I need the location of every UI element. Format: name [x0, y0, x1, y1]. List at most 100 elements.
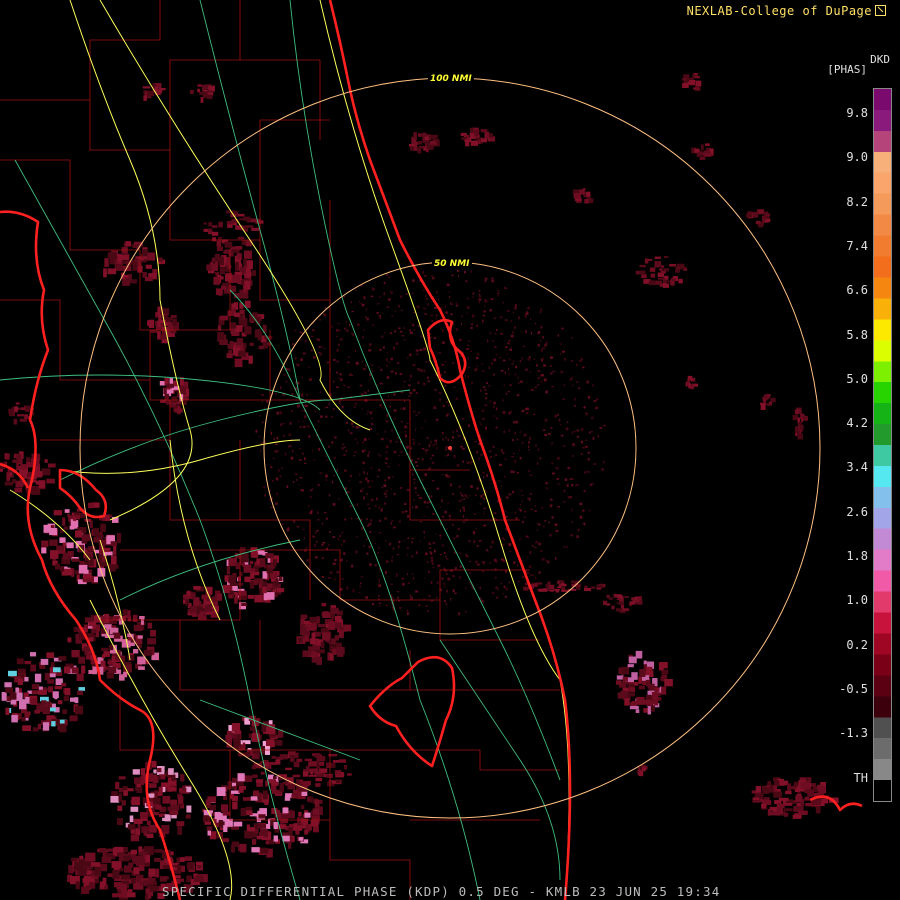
echo-pixel: [366, 538, 368, 540]
echo-pixel: [281, 814, 290, 819]
echo-pixel: [425, 295, 427, 297]
echo-pixel: [348, 428, 350, 432]
echo-pixel: [431, 277, 435, 280]
echo-pixel: [425, 605, 428, 607]
echo-pixel: [277, 469, 280, 472]
echo-pixel: [341, 447, 344, 450]
echo-pixel: [443, 371, 446, 374]
echo-pixel: [341, 578, 344, 580]
echo-pixel: [528, 445, 530, 448]
echo-pixel: [292, 774, 301, 778]
echo-pixel: [154, 857, 161, 862]
echo-pixel: [541, 348, 544, 352]
echo-pixel: [228, 252, 234, 257]
echo-pixel: [346, 421, 348, 424]
echo-pixel: [260, 442, 263, 445]
echo-pixel: [19, 418, 27, 422]
echo-pixel: [643, 660, 647, 665]
echo-pixel: [306, 766, 310, 770]
echo-pixel: [477, 563, 480, 566]
echo-pixel: [481, 409, 485, 413]
echo-pixel: [445, 573, 448, 575]
echo-pixel: [261, 400, 264, 403]
echo-pixel: [400, 309, 404, 311]
echo-pixel: [445, 436, 447, 439]
echo-pixel: [342, 539, 346, 543]
echo-pixel: [146, 833, 154, 839]
echo-pixel: [125, 241, 132, 247]
echo-pixel: [495, 426, 498, 429]
echo-pixel: [476, 356, 479, 360]
echo-pixel: [418, 141, 422, 145]
echo-pixel: [25, 405, 31, 411]
echo-pixel: [322, 632, 331, 641]
echo-pixel: [363, 471, 365, 475]
echo-pixel: [182, 785, 186, 790]
echo-pixel: [818, 786, 827, 794]
echo-pixel: [550, 498, 553, 501]
echo-pixel: [279, 754, 288, 760]
echo-pixel: [237, 773, 245, 782]
echo-pixel: [138, 851, 148, 856]
echo-pixel: [508, 429, 511, 432]
echo-pixel: [149, 885, 158, 892]
echo-pixel: [459, 565, 462, 568]
echo-pixel: [639, 270, 646, 275]
echo-pixel: [32, 727, 39, 732]
echo-pixel: [260, 847, 269, 854]
echo-pixel: [259, 415, 261, 417]
echo-pixel: [289, 757, 295, 762]
echo-pixel: [259, 823, 267, 829]
echo-pixel: [659, 268, 663, 271]
echo-pixel: [150, 638, 154, 643]
echo-pixel: [569, 478, 573, 480]
echo-pixel: [663, 280, 670, 283]
echo-pixel: [489, 450, 492, 453]
echo-pixel: [546, 482, 548, 484]
echo-pixel: [299, 629, 307, 636]
echo-pixel: [530, 331, 533, 335]
echo-pixel: [424, 136, 430, 141]
echo-pixel: [419, 133, 425, 137]
echo-pixel: [359, 591, 361, 594]
echo-pixel: [111, 861, 122, 869]
echo-pixel: [222, 838, 229, 843]
echo-pixel: [203, 601, 210, 605]
echo-pixel: [108, 645, 114, 651]
echo-pixel: [420, 369, 423, 372]
echo-pixel: [282, 523, 284, 526]
echo-pixel: [428, 444, 431, 448]
echo-pixel: [762, 787, 770, 794]
echo-pixel: [427, 376, 429, 380]
echo-pixel: [409, 144, 415, 147]
echo-pixel: [306, 559, 309, 562]
echo-pixel: [235, 261, 239, 270]
echo-pixel: [400, 407, 402, 411]
echo-pixel: [206, 264, 212, 271]
echo-pixel: [232, 801, 238, 810]
echo-pixel: [193, 877, 204, 883]
echo-pixel: [299, 459, 302, 461]
echo-pixel: [452, 575, 455, 577]
echo-pixel: [313, 356, 316, 359]
echo-pixel: [429, 547, 432, 550]
echo-pixel: [206, 826, 213, 831]
echo-pixel: [248, 355, 253, 364]
echo-pixel: [422, 270, 424, 274]
echo-pixel: [620, 604, 625, 609]
echo-pixel: [187, 608, 196, 613]
echo-pixel: [279, 475, 282, 478]
echo-pixel: [310, 510, 313, 512]
echo-pixel: [776, 806, 783, 814]
echo-pixel: [462, 521, 466, 523]
echo-pixel: [363, 329, 366, 331]
echo-pixel: [371, 417, 374, 419]
echo-pixel: [423, 369, 426, 373]
echo-pixel: [513, 360, 515, 363]
echo-pixel: [87, 558, 94, 567]
echo-pixel: [509, 358, 511, 361]
echo-pixel: [401, 577, 404, 580]
echo-pixel: [587, 451, 590, 454]
echo-pixel: [398, 327, 401, 330]
echo-pixel: [127, 892, 136, 898]
